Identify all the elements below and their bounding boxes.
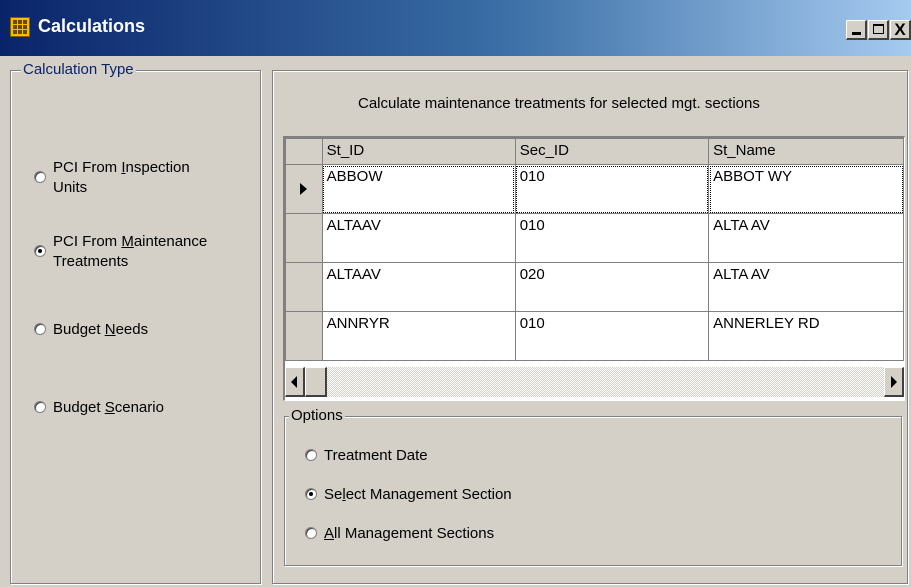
column-header-st-name[interactable]: St_Name: [708, 138, 904, 165]
radio-budget-needs[interactable]: Budget Needs: [34, 320, 148, 340]
radio-label-line2: Units: [53, 179, 88, 196]
radio-label-part: ect Management Section: [345, 486, 512, 503]
cell-st-name[interactable]: ABBOT WY: [708, 164, 904, 214]
radio-pci-inspection-units[interactable]: PCI From Inspection Units: [34, 158, 190, 198]
cell-st-id[interactable]: ALTAAV: [321, 213, 516, 263]
column-header-st-id[interactable]: St_ID: [321, 138, 516, 165]
scroll-right-arrow-icon[interactable]: [884, 367, 904, 397]
window-title: Calculations: [38, 16, 146, 36]
horizontal-scrollbar[interactable]: [285, 367, 904, 397]
radio-label-part: Budget: [53, 321, 105, 338]
cell-sec-id[interactable]: 010: [514, 213, 710, 263]
radio-treatment-date[interactable]: Treatment Date: [305, 446, 428, 466]
table-row[interactable]: ANNRYR 010 ANNERLEY RD: [285, 311, 904, 361]
calculator-icon: [10, 17, 30, 37]
mnemonic: N: [104, 321, 116, 338]
radio-indicator[interactable]: [34, 245, 46, 257]
radio-indicator[interactable]: [305, 488, 317, 500]
table-row[interactable]: ABBOW 010 ABBOT WY: [285, 164, 904, 214]
cell-st-id[interactable]: ABBOW: [321, 164, 516, 214]
close-button[interactable]: X: [890, 20, 911, 40]
cell-sec-id[interactable]: 020: [514, 262, 710, 312]
scrollbar-thumb[interactable]: [305, 367, 327, 397]
table-row[interactable]: ALTAAV 020 ALTA AV: [285, 262, 904, 312]
header-row: St_ID Sec_ID St_Name: [285, 138, 904, 165]
cell-sec-id[interactable]: 010: [514, 311, 710, 361]
maximize-icon: [873, 24, 884, 34]
radio-label-part: cenario: [114, 399, 164, 416]
sections-grid[interactable]: St_ID Sec_ID St_Name ABBOW 010 ABBOT WY …: [283, 136, 905, 401]
radio-label-part: PCI From: [53, 233, 122, 250]
table-row[interactable]: ALTAAV 010 ALTA AV: [285, 213, 904, 263]
column-header-sec-id[interactable]: Sec_ID: [514, 138, 710, 165]
row-selector[interactable]: [285, 311, 323, 361]
radio-label-part: PCI From: [53, 159, 122, 176]
radio-indicator[interactable]: [305, 527, 317, 539]
options-legend: Options: [289, 407, 345, 424]
mnemonic: M: [121, 233, 134, 250]
grid-caption: Calculate maintenance treatments for sel…: [358, 95, 760, 112]
radio-budget-scenario[interactable]: Budget Scenario: [34, 398, 164, 418]
radio-label-part: eeds: [115, 321, 149, 338]
minimize-icon: [852, 32, 861, 35]
radio-indicator[interactable]: [34, 323, 46, 335]
scroll-left-arrow-icon[interactable]: [285, 367, 305, 397]
cell-st-id[interactable]: ANNRYR: [321, 311, 516, 361]
radio-label-part: Budget: [53, 399, 105, 416]
radio-label-line2: Treatments: [53, 253, 129, 270]
radio-label-part: ll Management Sections: [334, 525, 495, 542]
corner-header: [285, 138, 323, 165]
row-selector[interactable]: [285, 262, 323, 312]
cell-st-name[interactable]: ANNERLEY RD: [708, 311, 904, 361]
radio-indicator[interactable]: [34, 401, 46, 413]
radio-indicator[interactable]: [34, 171, 46, 183]
radio-pci-maintenance-treatments[interactable]: PCI From Maintenance Treatments: [34, 232, 207, 272]
radio-label-part: nspection: [125, 159, 190, 176]
sections-table: St_ID Sec_ID St_Name ABBOW 010 ABBOT WY …: [285, 138, 904, 361]
radio-label-part: aintenance: [133, 233, 208, 250]
mnemonic: S: [104, 399, 115, 416]
radio-label-part: Se: [324, 486, 343, 503]
radio-all-management-sections[interactable]: All Management Sections: [305, 524, 494, 544]
cell-st-id[interactable]: ALTAAV: [321, 262, 516, 312]
cell-st-name[interactable]: ALTA AV: [708, 213, 904, 263]
radio-label-part: Treatment Date: [324, 447, 428, 464]
cell-st-name[interactable]: ALTA AV: [708, 262, 904, 312]
radio-indicator[interactable]: [305, 449, 317, 461]
mnemonic: A: [324, 525, 335, 542]
radio-select-management-section[interactable]: Select Management Section: [305, 485, 512, 505]
minimize-button[interactable]: [846, 20, 867, 40]
title-bar[interactable]: Calculations X: [0, 0, 911, 56]
maximize-button[interactable]: [868, 20, 889, 40]
calculation-type-legend: Calculation Type: [21, 61, 136, 78]
row-selector[interactable]: [285, 213, 323, 263]
cell-sec-id[interactable]: 010: [514, 164, 710, 214]
row-selector-current-icon[interactable]: [285, 164, 323, 214]
